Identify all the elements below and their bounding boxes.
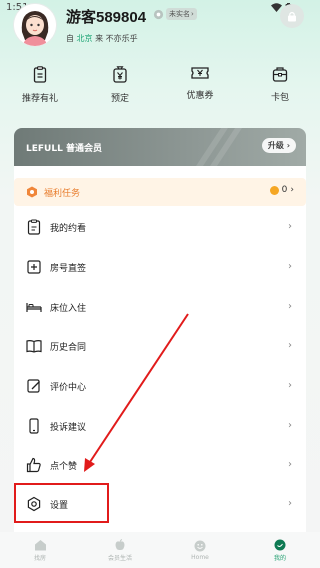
location-suffix: 来 不亦乐乎 [95, 34, 138, 43]
upgrade-button[interactable]: 升级 › [261, 138, 296, 153]
location-city: 北京 [76, 34, 93, 43]
review-edit-icon [27, 379, 40, 393]
quick-action-label: 卡包 [270, 93, 289, 103]
quick-action-card-bag[interactable]: 卡包 [240, 66, 320, 104]
quick-action-label: 推荐有礼 [21, 94, 58, 104]
upgrade-label: 升级 [267, 141, 284, 150]
menu-item-contract-history[interactable]: 历史合同 › [14, 326, 306, 366]
chevron-right-icon: › [288, 459, 292, 470]
appointment-clipboard-icon [27, 219, 41, 235]
menu-item-room-sign[interactable]: 房号直签 › [14, 247, 306, 287]
lock-icon [288, 11, 296, 21]
contract-book-icon [26, 340, 42, 353]
bottom-nav: 找房 会员生活 Home 我的 [0, 532, 320, 568]
quick-action-label: 预定 [110, 94, 129, 104]
chevron-right-icon: › [288, 221, 292, 232]
menu-item-like[interactable]: 点个赞 › [14, 445, 306, 485]
thumbs-up-icon [26, 457, 41, 473]
nav-item-find-room[interactable]: 找房 [0, 532, 80, 568]
member-card-stripes [196, 128, 242, 166]
top-right-action-button[interactable] [280, 4, 304, 28]
nav-item-member-life[interactable]: 会员生活 [80, 532, 160, 568]
verify-gear-icon [153, 9, 164, 19]
quick-action-coupon[interactable]: 优惠券 [160, 66, 240, 104]
quick-action-label: 优惠券 [186, 91, 214, 101]
menu-item-bed-checkin[interactable]: 床位入住 › [14, 287, 306, 327]
location-prefix: 自 [66, 34, 74, 43]
yen-bag-icon [113, 66, 127, 83]
menu-item-appointments[interactable]: 我的约看 › [14, 207, 306, 247]
member-card[interactable]: LEFULL 普通会员 升级 › [14, 128, 306, 166]
avatar[interactable] [14, 4, 56, 46]
menu-label: 历史合同 [50, 343, 87, 353]
welfare-coins: 0 › [269, 185, 294, 195]
verify-status[interactable]: 未实名 › [153, 8, 197, 20]
welfare-label: 福利任务 [44, 188, 81, 199]
quick-action-referral[interactable]: 推荐有礼 [0, 66, 80, 104]
member-title: LEFULL 普通会员 [26, 144, 102, 154]
chevron-right-icon: › [288, 301, 292, 312]
chevron-right-icon: › [191, 10, 194, 18]
menu-label: 点个赞 [50, 462, 78, 472]
coin-icon [269, 185, 279, 195]
settings-highlight-box [14, 483, 109, 523]
nav-item-home[interactable]: Home [160, 532, 240, 568]
nav-label: Home [191, 553, 209, 561]
apple-icon [115, 538, 125, 550]
welfare-hexagon-icon [27, 186, 37, 198]
menu-item-review-center[interactable]: 评价中心 › [14, 366, 306, 406]
menu-item-complaints[interactable]: 投诉建议 › [14, 406, 306, 446]
bed-icon [26, 303, 42, 312]
sign-plus-icon [27, 260, 41, 274]
chevron-right-icon: › [288, 420, 292, 431]
avatar-girl-illustration [14, 4, 56, 46]
welfare-count: 0 [281, 185, 288, 195]
menu-label: 房号直签 [50, 264, 87, 274]
chevron-right-icon: › [288, 340, 292, 351]
chevron-right-icon: › [290, 185, 294, 195]
verify-badge-label: 未实名 [169, 10, 190, 18]
complaint-phone-icon [29, 418, 39, 434]
nav-label: 会员生活 [107, 554, 132, 562]
mine-active-icon [274, 539, 286, 550]
nav-label: 找房 [33, 554, 46, 562]
menu-label: 投诉建议 [50, 423, 87, 433]
card-bag-icon [272, 67, 288, 82]
menu-label: 我的约看 [50, 224, 87, 234]
chevron-right-icon: › [286, 141, 290, 150]
coupon-icon [191, 67, 209, 79]
username: 游客589804 [66, 9, 147, 26]
house-icon [34, 539, 46, 550]
menu-label: 评价中心 [50, 383, 87, 393]
chevron-right-icon: › [288, 261, 292, 272]
menu-label: 床位入住 [50, 304, 87, 314]
location-line: 自 北京 来 不亦乐乎 [66, 33, 138, 44]
chevron-right-icon: › [288, 380, 292, 391]
smiley-icon [194, 540, 206, 551]
gift-icon [33, 66, 47, 83]
quick-action-booking[interactable]: 预定 [80, 66, 160, 104]
welfare-task-row[interactable]: 福利任务 0 › [14, 178, 306, 206]
nav-item-mine[interactable]: 我的 [240, 532, 320, 568]
quick-actions: 推荐有礼 预定 优惠券 卡包 [0, 66, 320, 104]
verify-badge[interactable]: 未实名 › [166, 8, 197, 20]
chevron-right-icon: › [288, 498, 292, 509]
nav-label: 我的 [273, 554, 286, 562]
